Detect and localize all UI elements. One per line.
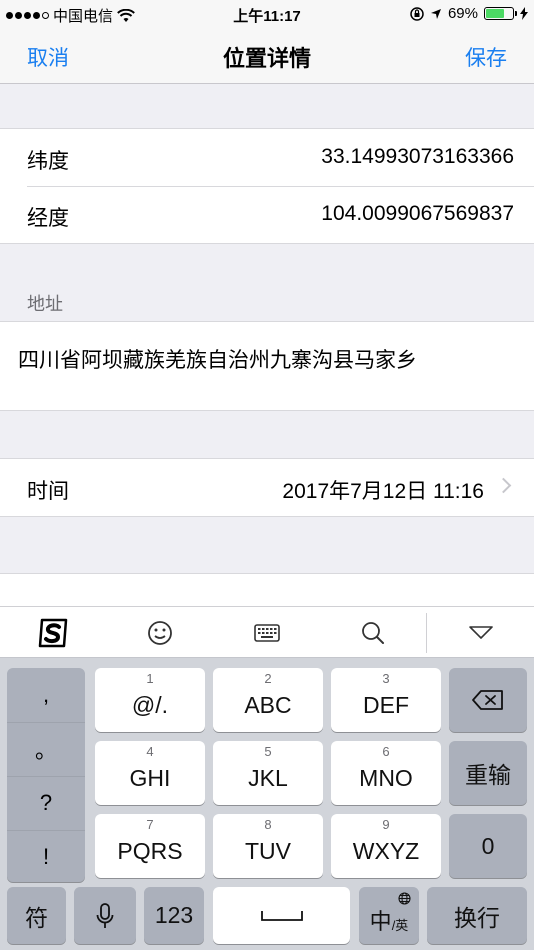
return-key[interactable]: 换行 xyxy=(427,887,527,944)
battery-fill xyxy=(486,9,504,18)
search-icon[interactable] xyxy=(356,617,390,649)
key-7[interactable]: 7 PQRS xyxy=(95,814,205,878)
address-field[interactable]: 四川省阿坝藏族羌族自治州九寨沟县马家乡 xyxy=(0,321,534,411)
space-icon xyxy=(260,910,303,921)
hide-keyboard-icon[interactable] xyxy=(464,617,498,649)
key-8[interactable]: 8 TUV xyxy=(213,814,323,878)
globe-icon xyxy=(398,892,411,905)
longitude-row: 经度 104.0099067569837 xyxy=(0,186,534,243)
punct-key-period[interactable]: 。 xyxy=(7,722,85,775)
key-1[interactable]: 1 @/. xyxy=(95,668,205,732)
lang-sub-label: /英 xyxy=(391,918,409,933)
key-9[interactable]: 9 WXYZ xyxy=(331,814,441,878)
latitude-value: 33.14993073163366 xyxy=(321,145,514,168)
punct-key-exclaim[interactable]: ! xyxy=(7,830,85,883)
language-switch-key[interactable]: 中 /英 xyxy=(359,887,419,944)
emoji-icon[interactable] xyxy=(143,617,177,649)
navigation-bar: 取消 位置详情 保存 xyxy=(0,28,534,84)
save-button[interactable]: 保存 xyxy=(465,42,507,72)
address-section-header: 地址 xyxy=(27,294,63,314)
latitude-label: 纬度 xyxy=(27,150,69,173)
punct-key-question[interactable]: ? xyxy=(7,776,85,829)
longitude-value: 104.0099067569837 xyxy=(321,202,514,225)
key-2[interactable]: 2 ABC xyxy=(213,668,323,732)
toolbar-divider xyxy=(426,613,427,653)
keyboard-icon[interactable] xyxy=(250,617,284,649)
time-value: 2017年7月12日 11:16 xyxy=(282,480,484,503)
key-3[interactable]: 3 DEF xyxy=(331,668,441,732)
coordinates-group: 纬度 33.14993073163366 经度 104.009906756983… xyxy=(0,128,534,244)
lang-main-label: 中 xyxy=(369,908,392,934)
sogou-logo-icon[interactable] xyxy=(36,617,70,649)
time-group: 时间 2017年7月12日 11:16 xyxy=(0,458,534,517)
charging-bolt-icon xyxy=(520,7,528,20)
delete-key[interactable] xyxy=(449,668,527,732)
voice-key[interactable] xyxy=(74,887,136,944)
retype-key[interactable]: 重输 xyxy=(449,741,527,805)
punctuation-column: , 。 ? ! xyxy=(7,668,85,882)
time-label: 时间 xyxy=(27,480,69,503)
number-mode-key[interactable]: 123 xyxy=(144,887,204,944)
punct-key-comma[interactable]: , xyxy=(7,668,85,721)
keyboard: , 。 ? ! 1 @/. 2 ABC 3 DEF 4 GHI 5 JKL 6 … xyxy=(0,658,534,950)
status-right: 69% xyxy=(410,5,528,22)
key-5[interactable]: 5 JKL xyxy=(213,741,323,805)
longitude-label: 经度 xyxy=(27,207,69,230)
key-0[interactable]: 0 xyxy=(449,814,527,878)
latitude-row: 纬度 33.14993073163366 xyxy=(0,129,534,186)
time-row[interactable]: 时间 2017年7月12日 11:16 xyxy=(0,459,534,516)
battery-icon xyxy=(484,7,517,20)
chevron-right-icon xyxy=(495,477,512,494)
status-bar: 中国电信 上午11:17 69% xyxy=(0,0,534,28)
address-text[interactable]: 四川省阿坝藏族羌族自治州九寨沟县马家乡 xyxy=(18,344,417,374)
key-4[interactable]: 4 GHI xyxy=(95,741,205,805)
space-key[interactable] xyxy=(213,887,350,944)
location-arrow-icon xyxy=(430,8,441,19)
keyboard-toolbar xyxy=(0,606,534,658)
battery-percent: 69% xyxy=(447,5,478,22)
page-title: 位置详情 xyxy=(222,46,311,71)
backspace-icon xyxy=(472,690,503,710)
key-6[interactable]: 6 MNO xyxy=(331,741,441,805)
symbols-key[interactable]: 符 xyxy=(7,887,66,944)
microphone-icon xyxy=(96,902,114,928)
orientation-lock-icon xyxy=(410,6,424,21)
